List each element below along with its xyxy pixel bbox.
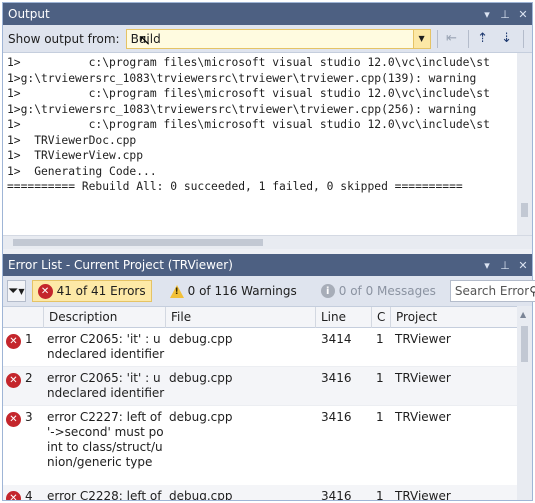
row-project: TRViewer — [395, 489, 451, 500]
table-row[interactable]: ✕ 3 error C2227: left of '->second' must… — [3, 406, 517, 490]
row-line: 3414 — [321, 332, 352, 346]
scrollbar-thumb[interactable] — [521, 326, 528, 362]
messages-filter-label: 0 of 0 Messages — [338, 284, 436, 298]
error-circle-icon: ✕ — [6, 333, 21, 349]
row-description: error C2227: left of '->second' must poi… — [47, 410, 164, 469]
search-placeholder: Search Error — [454, 284, 530, 298]
toolbar-separator — [436, 29, 438, 48]
toolbar-separator — [522, 29, 524, 48]
chevron-down-icon[interactable]: ▾ — [478, 8, 496, 21]
info-circle-icon: i — [320, 284, 335, 298]
error-circle-icon: ✕ — [37, 283, 53, 299]
row-description: error C2065: 'it' : undeclared identifie… — [47, 371, 165, 400]
output-line: 1> TRViewerView.cpp — [7, 149, 144, 162]
error-list-toolbar: ⏷ ▼ ✕ 41 of 41 Errors 0 of 116 Warnings … — [3, 276, 535, 306]
row-file: debug.cpp — [169, 410, 233, 424]
output-title-bar[interactable]: Output ▾ ⊥ ✕ — [3, 3, 532, 25]
error-list-vertical-scrollbar[interactable]: ▲ — [517, 306, 532, 500]
show-output-from-label: Show output from: — [8, 31, 120, 46]
output-line: 1>g:\trviewersrc_1083\trviewersrc\trview… — [7, 71, 484, 85]
error-list-title-bar[interactable]: Error List - Current Project (TRViewer) … — [3, 254, 532, 276]
row-project: TRViewer — [395, 410, 451, 424]
error-circle-icon: ✕ — [6, 372, 21, 388]
row-number: 4 — [25, 489, 33, 500]
output-source-value: Build — [130, 31, 161, 46]
errors-filter-toggle[interactable]: ✕ 41 of 41 Errors — [31, 280, 152, 302]
row-project: TRViewer — [395, 371, 451, 385]
table-row[interactable]: ✕ 2 error C2065: 'it' : undeclared ident… — [3, 367, 517, 406]
funnel-icon: ⏷ — [8, 283, 19, 299]
close-icon[interactable]: ✕ — [514, 8, 532, 21]
row-file: debug.cpp — [169, 332, 233, 346]
row-line: 3416 — [321, 489, 352, 500]
column-header-project[interactable]: Project — [390, 307, 517, 328]
error-circle-icon: ✕ — [6, 490, 21, 500]
chevron-up-icon[interactable]: ▲ — [520, 310, 526, 319]
output-horizontal-scrollbar[interactable] — [3, 235, 532, 249]
output-line: 1> c:\program files\microsoft visual stu… — [7, 87, 490, 100]
warnings-filter-label: 0 of 116 Warnings — [187, 284, 297, 298]
column-header-icon[interactable] — [3, 307, 43, 328]
column-header-line[interactable]: Line — [315, 307, 371, 328]
output-title: Output — [8, 7, 50, 21]
error-list-title: Error List - Current Project (TRViewer) — [8, 258, 233, 272]
search-icon[interactable]: ⚲ — [529, 284, 535, 298]
output-toolbar: Show output from: Build ↖ ▼ ⇤ ⇡ ⇣ — [3, 25, 532, 53]
pin-icon[interactable]: ⊥ — [496, 259, 514, 272]
row-description: error C2228: left of — [47, 489, 162, 500]
row-column: 1 — [376, 332, 384, 346]
table-row[interactable]: ✕ 4 error C2228: left of debug.cpp 3416 … — [3, 485, 517, 500]
row-column: 1 — [376, 489, 384, 500]
previous-message-icon[interactable]: ⇡ — [473, 29, 493, 49]
scrollbar-thumb[interactable] — [13, 239, 263, 246]
chevron-down-icon: ▼ — [18, 286, 25, 296]
chevron-down-icon[interactable]: ▾ — [478, 259, 496, 272]
column-header-column[interactable]: C — [371, 307, 390, 328]
go-to-line-icon[interactable]: ⇤ — [442, 29, 462, 49]
close-icon[interactable]: ✕ — [514, 259, 532, 272]
row-number: 2 — [25, 371, 33, 385]
output-line: 1> Generating Code... — [7, 164, 157, 178]
row-number: 3 — [25, 410, 33, 424]
next-message-icon[interactable]: ⇣ — [497, 29, 517, 49]
mouse-cursor-icon: ↖ — [138, 30, 152, 49]
row-column: 1 — [376, 410, 384, 424]
row-number: 1 — [25, 332, 33, 346]
output-line: 1> TRViewerDoc.cpp — [7, 133, 137, 147]
messages-filter-toggle[interactable]: i 0 of 0 Messages — [315, 280, 442, 302]
output-source-combo[interactable]: Build ↖ ▼ — [125, 28, 431, 49]
row-file: debug.cpp — [169, 371, 233, 385]
column-header-file[interactable]: File — [165, 307, 315, 328]
error-list-header: Description File Line C Project — [3, 306, 517, 328]
error-search-input[interactable]: Search Error ⚲ ▼ — [449, 280, 535, 302]
errors-filter-label: 41 of 41 Errors — [56, 284, 146, 298]
output-line: 1> c:\program files\microsoft visual stu… — [7, 118, 490, 131]
output-vertical-scrollbar[interactable] — [517, 53, 532, 235]
toolbar-separator — [467, 29, 469, 48]
row-line: 3416 — [321, 371, 352, 385]
error-list-rows: ✕ 1 error C2065: 'it' : undeclared ident… — [3, 328, 517, 500]
filter-button[interactable]: ⏷ ▼ — [7, 280, 26, 302]
table-row[interactable]: ✕ 1 error C2065: 'it' : undeclared ident… — [3, 328, 517, 367]
output-text-area[interactable]: 1> c:\program files\microsoft visual stu… — [3, 53, 517, 235]
ide-tool-windows: Output ▾ ⊥ ✕ Show output from: Build ↖ ▼… — [2, 2, 535, 501]
output-line: 1> c:\program files\microsoft visual stu… — [7, 56, 490, 69]
row-file: debug.cpp — [169, 489, 233, 500]
column-header-description[interactable]: Description — [43, 307, 165, 328]
output-line: ========== Rebuild All: 0 succeeded, 1 f… — [7, 180, 463, 193]
row-description: error C2065: 'it' : undeclared identifie… — [47, 332, 165, 361]
error-circle-icon: ✕ — [6, 411, 21, 427]
row-line: 3416 — [321, 410, 352, 424]
pin-icon[interactable]: ⊥ — [496, 8, 514, 21]
output-line: 1>g:\trviewersrc_1083\trviewersrc\trview… — [7, 102, 484, 116]
row-project: TRViewer — [395, 332, 451, 346]
warning-triangle-icon — [169, 284, 184, 298]
chevron-down-icon[interactable]: ▼ — [412, 29, 430, 48]
warnings-filter-toggle[interactable]: 0 of 116 Warnings — [164, 280, 303, 302]
scrollbar-thumb[interactable] — [521, 203, 528, 217]
row-column: 1 — [376, 371, 384, 385]
